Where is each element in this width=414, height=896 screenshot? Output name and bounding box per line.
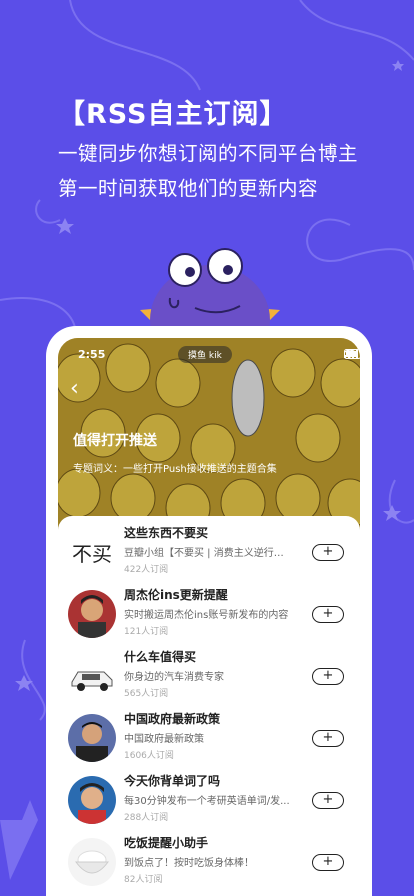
item-subscriber-count: 1606人订阅 (124, 751, 174, 761)
item-subscriber-count: 121人订阅 (124, 627, 169, 637)
status-bar: 2:55 摸鱼 kik (58, 346, 360, 366)
item-name: 吃饭提醒小助手 (124, 836, 209, 850)
person-photo (68, 714, 116, 762)
avatar (68, 714, 116, 762)
car-thumbnail (68, 652, 116, 700)
phone-frame: 2:55 摸鱼 kik ‹ 值得打开推送 专题词义：一些打开Push接收推送的主… (46, 326, 372, 896)
subscribe-button[interactable]: + (312, 668, 344, 685)
subscribe-button[interactable]: + (312, 730, 344, 747)
promo-line-2: 第一时间获取他们的更新内容 (58, 177, 319, 200)
item-description: 到饭点了！按时吃饭身体棒！ (124, 858, 254, 869)
subscribe-button[interactable]: + (312, 544, 344, 561)
back-chevron-icon[interactable]: ‹ (70, 376, 79, 401)
item-description: 中国政府最新政策 (124, 734, 204, 745)
person-photo (68, 590, 116, 638)
subscribe-button[interactable]: + (312, 854, 344, 871)
item-thumbnail: 不买 (68, 528, 116, 576)
item-name: 什么车值得买 (124, 650, 197, 664)
car-icon (71, 671, 113, 691)
promo-title: 【RSS自主订阅】 (58, 99, 288, 130)
item-subscriber-count: 82人订阅 (124, 875, 163, 885)
person-photo (68, 776, 116, 824)
list-item[interactable]: 吃饭提醒小助手 到饭点了！按时吃饭身体棒！ 82人订阅 + (58, 826, 360, 888)
item-subscriber-count: 422人订阅 (124, 565, 169, 575)
subscription-list: 不买 这些东西不要买 豆瓣小组【不要买 | 消费主义逆行者... 422人订阅 … (58, 516, 360, 896)
battery-icon (344, 349, 360, 359)
promo-headline: 【RSS自主订阅】 一键同步你想订阅的不同平台博主 第一时间获取他们的更新内容 (58, 92, 358, 201)
rice-bowl-icon (75, 850, 109, 874)
subscribe-button[interactable]: + (312, 606, 344, 623)
rice-bowl-thumbnail (68, 838, 116, 886)
subscribe-button[interactable]: + (312, 792, 344, 809)
avatar (68, 776, 116, 824)
status-time: 2:55 (78, 348, 106, 361)
item-subscriber-count: 565人订阅 (124, 689, 169, 699)
status-pill: 摸鱼 kik (178, 346, 232, 363)
list-item[interactable]: 今天你背单词了吗 每30分钟发布一个考研英语单词/发... 288人订阅 + (58, 764, 360, 826)
item-description: 每30分钟发布一个考研英语单词/发... (124, 796, 290, 807)
list-item[interactable]: 周杰伦ins更新提醒 实时搬运周杰伦ins账号新发布的内容 121人订阅 + (58, 578, 360, 640)
item-name: 今天你背单词了吗 (124, 774, 221, 788)
promo-line-1: 一键同步你想订阅的不同平台博主 (58, 142, 359, 165)
item-description: 实时搬运周杰伦ins账号新发布的内容 (124, 610, 289, 621)
list-item[interactable]: 不买 这些东西不要买 豆瓣小组【不要买 | 消费主义逆行者... 422人订阅 … (58, 516, 360, 578)
item-name: 周杰伦ins更新提醒 (124, 588, 228, 602)
item-subscriber-count: 288人订阅 (124, 813, 169, 823)
list-item[interactable]: 中国政府最新政策 中国政府最新政策 1606人订阅 + (58, 702, 360, 764)
item-description: 豆瓣小组【不要买 | 消费主义逆行者... (124, 548, 292, 559)
topic-subtitle: 专题词义：一些打开Push接收推送的主题合集 (73, 464, 277, 475)
item-name: 这些东西不要买 (124, 526, 209, 540)
list-item[interactable]: 什么车值得买 你身边的汽车消费专家 565人订阅 + (58, 640, 360, 702)
item-description: 你身边的汽车消费专家 (124, 672, 224, 683)
item-name: 中国政府最新政策 (124, 712, 221, 726)
topic-title: 值得打开推送 (73, 433, 157, 449)
avatar (68, 590, 116, 638)
